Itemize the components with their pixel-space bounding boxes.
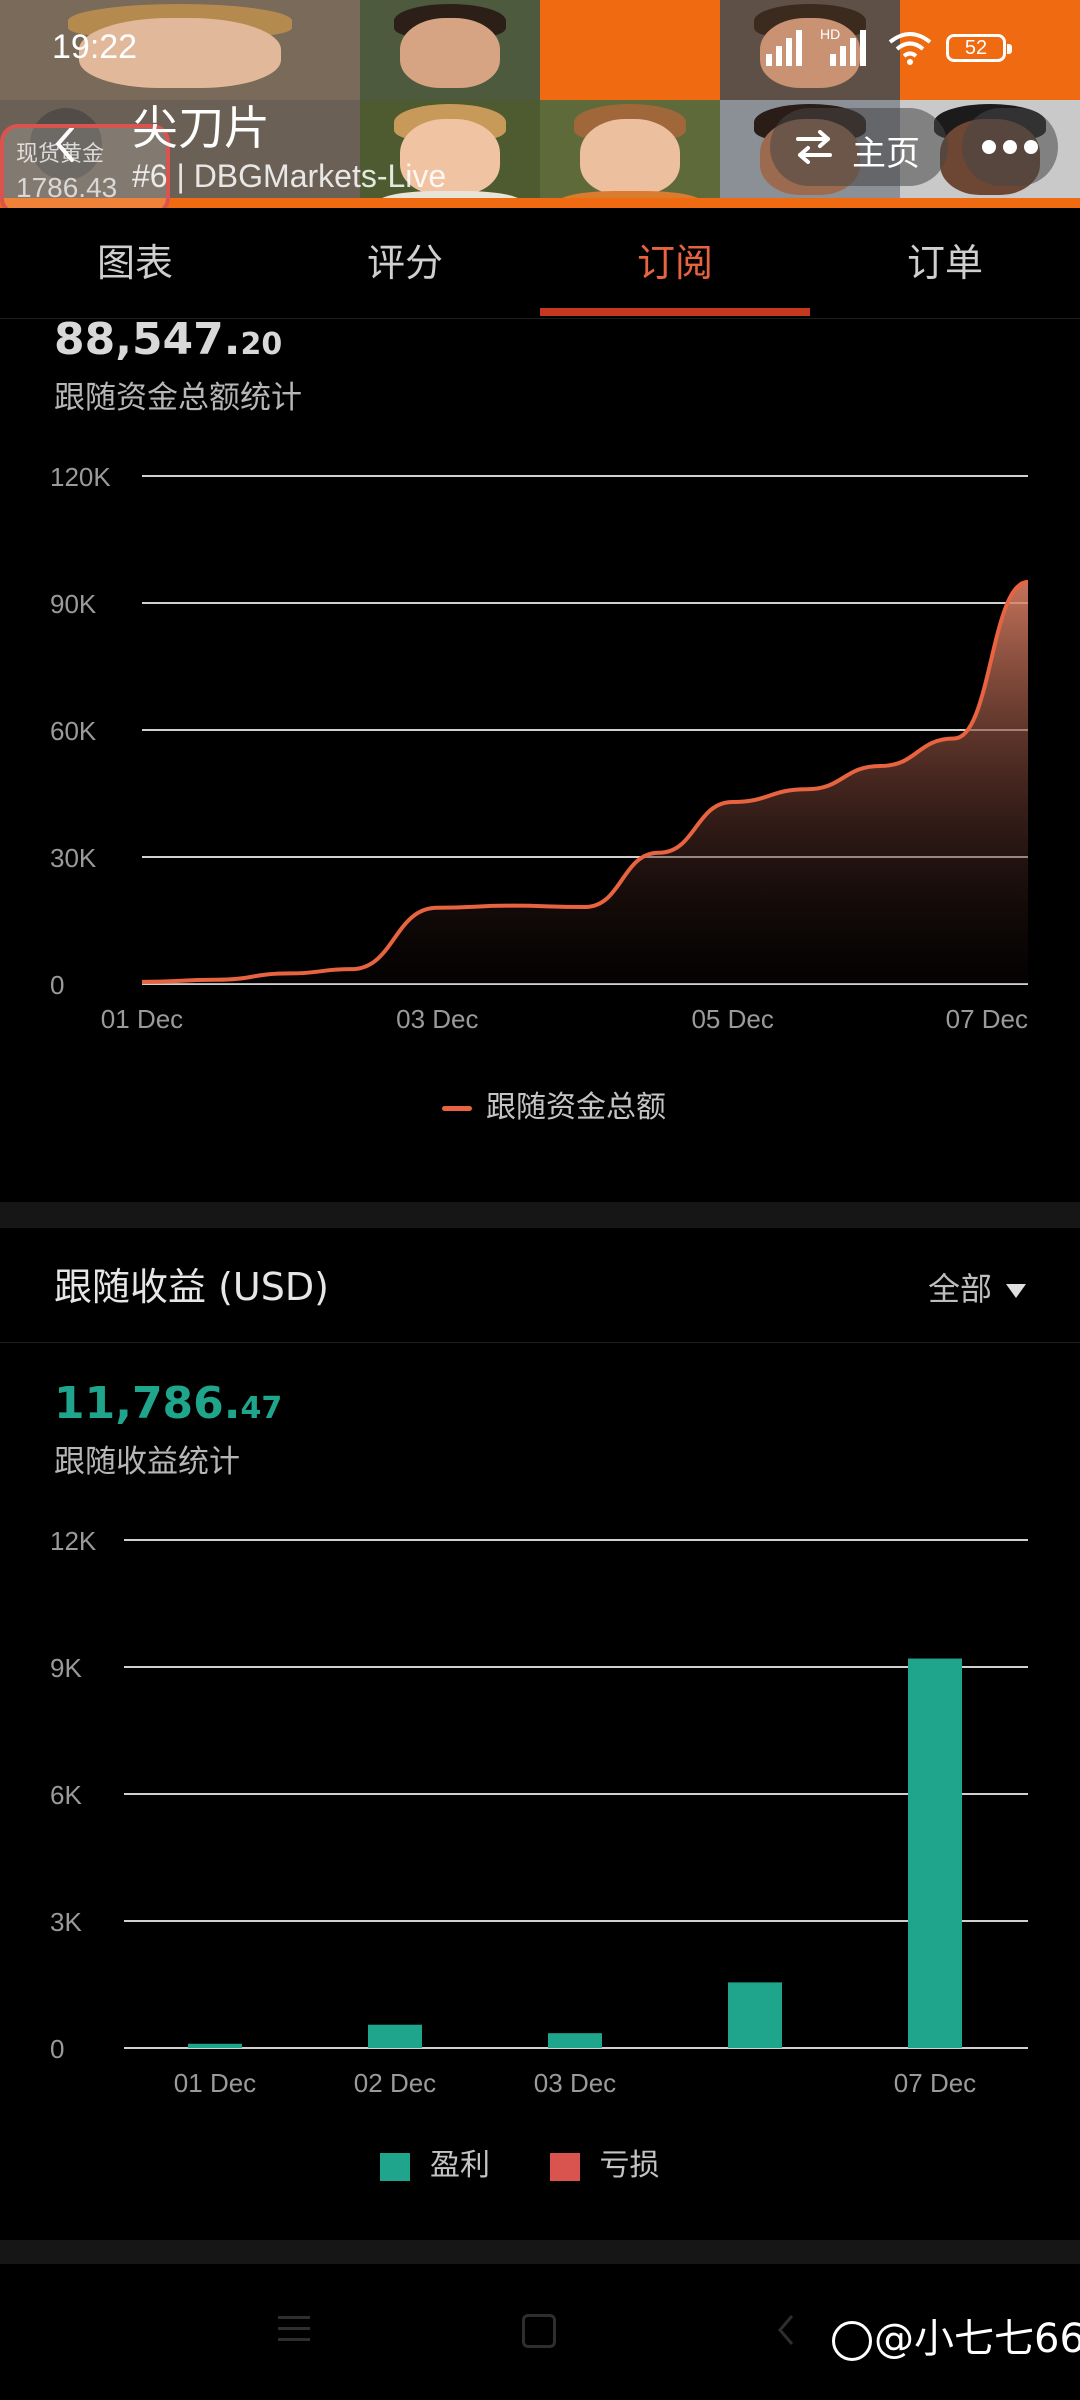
section-separator	[0, 2240, 1080, 2264]
system-nav-bar: @小七七66	[0, 2268, 1080, 2400]
x-tick-label: 03 Dec	[396, 1004, 478, 1034]
strategy-subtitle: #6 | DBGMarkets-Live	[132, 158, 447, 194]
follow-funds-amount: 88,547.20	[54, 314, 283, 365]
strategy-name: 尖刀片	[132, 101, 270, 155]
loss-swatch	[549, 2152, 580, 2181]
floating-badge-label: 现货黄金	[16, 142, 105, 167]
x-tick-label: 07 Dec	[946, 1004, 1028, 1034]
tab-chart[interactable]: 图表	[0, 208, 270, 318]
follow-funds-label: 跟随资金总额统计	[54, 380, 302, 416]
video-tile	[540, 100, 720, 208]
y-tick-label: 3K	[50, 1907, 82, 1937]
follow-income-title: 跟随收益 (USD)	[54, 1265, 329, 1309]
y-tick-label: 6K	[50, 1780, 82, 1810]
y-tick-label: 30K	[50, 843, 97, 873]
x-tick-label: 07 Dec	[894, 2068, 976, 2098]
section-separator	[0, 1202, 1080, 1228]
income-filter-dropdown[interactable]: 全部	[928, 1264, 1027, 1310]
y-tick-label: 0	[50, 2034, 64, 2064]
legend-line-swatch	[442, 1106, 472, 1111]
x-tick-label: 03 Dec	[534, 2068, 616, 2098]
header-banner: 19:22 HD 52 现货黄金 1786.43 尖刀片 #6 | DBGMar…	[0, 0, 1080, 208]
swap-icon	[796, 130, 832, 164]
battery-icon: 52	[946, 34, 1012, 62]
follow-funds-chart: 0 30K 60K 90K 120K 01 Dec 03 Dec 05 Dec 07 Dec	[50, 462, 1029, 1034]
watermark: @小七七66	[832, 2306, 1080, 2364]
tab-bar: 图表 评分 订阅 订单	[0, 208, 1080, 319]
wifi-icon	[888, 32, 932, 65]
active-tab-indicator	[540, 308, 810, 316]
bar-profit	[728, 1982, 782, 2048]
recent-apps-icon[interactable]	[278, 2316, 310, 2349]
home-button-label: 主页	[852, 134, 920, 174]
tab-subscription[interactable]: 订阅	[540, 208, 810, 318]
tab-orders[interactable]: 订单	[810, 208, 1080, 318]
x-tick-label: 01 Dec	[101, 1004, 183, 1034]
follow-income-legend: 盈利 亏损	[380, 2140, 660, 2184]
x-tick-label: 02 Dec	[354, 2068, 436, 2098]
watermark-logo-icon	[832, 2321, 872, 2361]
back-nav-icon[interactable]	[774, 2312, 798, 2348]
x-tick-label: 01 Dec	[174, 2068, 256, 2098]
app-screen: 19:22 HD 52 现货黄金 1786.43 尖刀片 #6 | DBGMar…	[0, 0, 1080, 2400]
y-tick-label: 0	[50, 970, 64, 1000]
tab-rating[interactable]: 评分	[270, 208, 540, 318]
divider	[0, 1342, 1080, 1343]
home-nav-icon[interactable]	[522, 2314, 556, 2348]
profit-swatch	[380, 2152, 410, 2181]
area-fill	[142, 581, 1028, 984]
signal-icon	[830, 30, 880, 66]
follow-income-label: 跟随收益统计	[54, 1444, 240, 1480]
caret-down-icon	[1006, 1284, 1027, 1298]
bar-profit	[548, 2033, 602, 2048]
y-tick-label: 9K	[50, 1653, 82, 1683]
follow-income-amount: 11,786.47	[54, 1378, 283, 1429]
y-tick-label: 90K	[50, 589, 97, 619]
y-tick-label: 12K	[50, 1526, 97, 1556]
legend-loss-label: 亏损	[599, 2148, 660, 2183]
bar-profit	[368, 2024, 422, 2048]
legend-profit-label: 盈利	[430, 2148, 490, 2183]
y-tick-label: 60K	[50, 716, 97, 746]
more-options-button[interactable]	[962, 108, 1058, 186]
y-tick-label: 120K	[50, 462, 111, 492]
follow-income-chart: 0 3K 6K 9K 12K 01 Dec 02 Dec 03 Dec 07 Dec	[50, 1526, 1028, 2098]
status-bar: 19:22 HD 52	[0, 0, 1080, 100]
follow-funds-legend: 跟随资金总额	[442, 1082, 666, 1126]
bar-profit	[908, 1658, 962, 2048]
filter-label: 全部	[928, 1270, 993, 1308]
bar-profit	[188, 2043, 242, 2048]
home-button[interactable]: 主页	[770, 108, 948, 186]
more-icon	[982, 140, 996, 154]
status-time: 19:22	[52, 28, 138, 66]
signal-icon	[766, 30, 816, 66]
x-tick-label: 05 Dec	[691, 1004, 773, 1034]
legend-label: 跟随资金总额	[486, 1090, 666, 1125]
floating-badge-value: 1786.43	[16, 172, 118, 203]
